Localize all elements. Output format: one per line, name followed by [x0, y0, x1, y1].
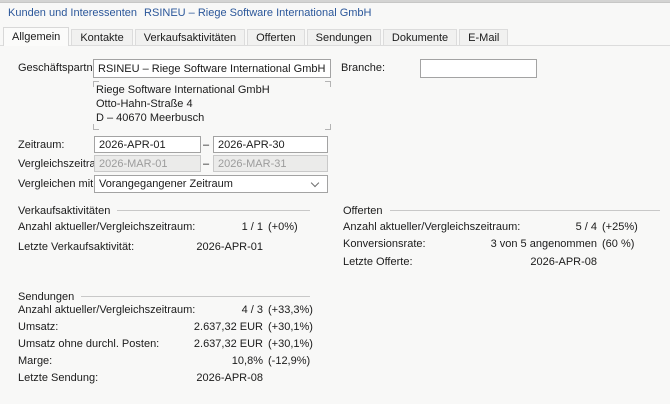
stat-row: Umsatz: 2.637,32 EUR (+30,1%): [18, 321, 310, 333]
stat-value: 2.637,32 EUR: [58, 321, 263, 333]
stat-label: Marge:: [18, 355, 52, 367]
stat-label: Letzte Offerte:: [343, 256, 413, 268]
section-header: Verkaufsaktivitäten: [18, 204, 310, 217]
section-divider: [81, 296, 310, 297]
stat-row: Marge: 10,8% (-12,9%): [18, 355, 310, 367]
vergleichen-mit-select[interactable]: Vorangegangener Zeitraum: [94, 175, 328, 193]
address-line-street: Otto-Hahn-Straße 4: [96, 97, 331, 111]
address-corner-icon: [93, 81, 99, 87]
tab-dokumente[interactable]: Dokumente: [383, 29, 457, 46]
tab-kontakte[interactable]: Kontakte: [71, 29, 132, 46]
stat-delta: (+0%): [263, 221, 310, 233]
stat-label: Umsatz ohne durchl. Posten:: [18, 338, 159, 350]
section-divider: [390, 210, 660, 211]
section-title: Sendungen: [18, 291, 74, 303]
zeitraum-to-input[interactable]: [213, 136, 328, 153]
stat-value: 2026-APR-08: [413, 256, 597, 268]
stat-delta: (60 %): [597, 238, 660, 250]
section-divider: [117, 210, 310, 211]
address-corner-icon: [325, 81, 331, 87]
vergleichszeitraum-dash: –: [201, 158, 211, 170]
stat-label: Anzahl aktueller/Vergleichszeitraum:: [343, 221, 520, 233]
tab-sendungen[interactable]: Sendungen: [307, 29, 381, 46]
tab-allgemein[interactable]: Allgemein: [3, 27, 69, 46]
stat-row: Anzahl aktueller/Vergleichszeitraum: 5 /…: [343, 221, 660, 233]
stat-value: 3 von 5 angenommen: [426, 238, 597, 250]
section-title: Offerten: [343, 205, 383, 217]
address-line-city: D – 40670 Meerbusch: [96, 111, 331, 125]
stat-row: Letzte Offerte: 2026-APR-08: [343, 256, 660, 268]
stat-value: 2026-APR-08: [98, 372, 263, 384]
stat-value: 2026-APR-01: [134, 241, 263, 253]
section-title: Verkaufsaktivitäten: [18, 205, 110, 217]
customer-detail-window: Kunden und Interessenten RSINEU – Riege S…: [0, 0, 670, 404]
address-block: Riege Software International GmbH Otto-H…: [93, 81, 331, 130]
section-offerten: Offerten Anzahl aktueller/Vergleichszeit…: [343, 204, 660, 279]
tab-verkaufsaktivitaeten[interactable]: Verkaufsaktivitäten: [135, 29, 245, 46]
stat-delta: (-12,9%): [263, 355, 310, 367]
stat-value: 5 / 4: [520, 221, 597, 233]
address-corner-icon: [325, 124, 331, 130]
zeitraum-from-input[interactable]: [94, 136, 201, 153]
toolbar-edge: [0, 0, 670, 3]
branche-input[interactable]: [420, 59, 537, 78]
stat-value: 1 / 1: [195, 221, 263, 233]
address-line-company: Riege Software International GmbH: [96, 83, 331, 97]
vergleichen-mit-value: Vorangegangener Zeitraum: [99, 178, 233, 190]
tab-bar: Allgemein Kontakte Verkaufsaktivitäten O…: [3, 27, 508, 46]
stat-row: Anzahl aktueller/Vergleichszeitraum: 4 /…: [18, 304, 310, 316]
stat-row: Letzte Sendung: 2026-APR-08: [18, 372, 310, 384]
stat-delta: (+30,1%): [263, 321, 310, 333]
tab-email[interactable]: E-Mail: [459, 29, 508, 46]
stat-delta: (+30,1%): [263, 338, 310, 350]
zeitraum-label: Zeitraum:: [18, 139, 64, 151]
window-title: Kunden und Interessenten RSINEU – Riege S…: [8, 7, 371, 19]
stat-label: Letzte Verkaufsaktivität:: [18, 241, 134, 253]
stat-value: 10,8%: [52, 355, 263, 367]
stat-row: Konversionsrate: 3 von 5 angenommen (60 …: [343, 238, 660, 250]
address-corner-icon: [93, 124, 99, 130]
stat-label: Letzte Sendung:: [18, 372, 98, 384]
zeitraum-dash: –: [201, 139, 211, 151]
stat-value: 4 / 3: [195, 304, 263, 316]
stat-row: Letzte Verkaufsaktivität: 2026-APR-01: [18, 241, 310, 253]
branche-label: Branche:: [341, 62, 385, 74]
stat-delta: (+33,3%): [263, 304, 310, 316]
vergleichszeitraum-to-input: [213, 155, 328, 172]
stat-delta: (+25%): [597, 221, 660, 233]
section-header: Sendungen: [18, 290, 310, 303]
vergleichen-mit-label: Vergleichen mit:: [18, 178, 96, 190]
stat-row: Umsatz ohne durchl. Posten: 2.637,32 EUR…: [18, 338, 310, 350]
section-verkaufsaktivitaeten: Verkaufsaktivitäten Anzahl aktueller/Ver…: [18, 204, 310, 264]
tab-offerten[interactable]: Offerten: [247, 29, 305, 46]
vergleichszeitraum-from-input: [94, 155, 201, 172]
stat-value: 2.637,32 EUR: [159, 338, 263, 350]
stat-label: Konversionsrate:: [343, 238, 426, 250]
section-sendungen: Sendungen Anzahl aktueller/Vergleichszei…: [18, 290, 310, 390]
stat-label: Anzahl aktueller/Vergleichszeitraum:: [18, 221, 195, 233]
chevron-down-icon: [311, 179, 319, 187]
stat-row: Anzahl aktueller/Vergleichszeitraum: 1 /…: [18, 221, 310, 233]
stat-label: Anzahl aktueller/Vergleichszeitraum:: [18, 304, 195, 316]
stat-label: Umsatz:: [18, 321, 58, 333]
window-title-subject: RSINEU – Riege Software International Gm…: [144, 7, 371, 19]
section-header: Offerten: [343, 204, 660, 217]
window-title-context: Kunden und Interessenten: [8, 7, 137, 19]
geschaeftspartner-input[interactable]: [93, 59, 331, 78]
